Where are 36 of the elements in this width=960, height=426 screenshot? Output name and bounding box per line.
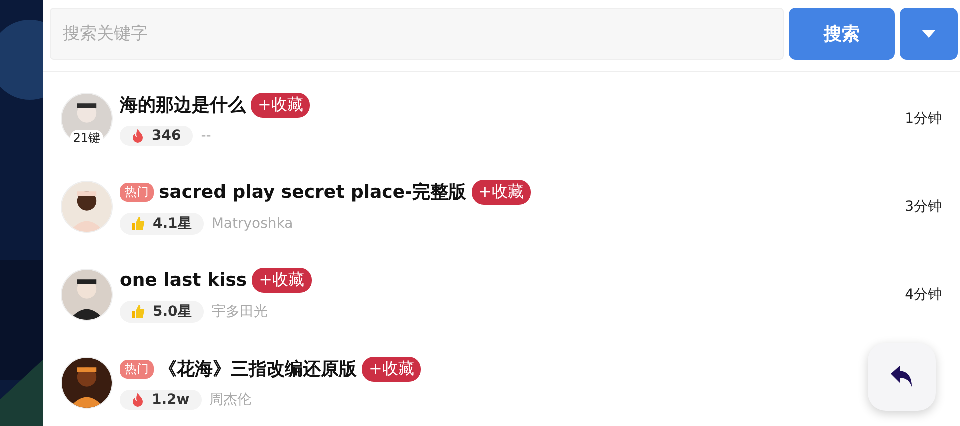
song-row[interactable]: 21键 海的那边是什么 +收藏 346 -- 1分钟: [61, 82, 960, 156]
stat-value: 4.1星: [153, 214, 192, 232]
author-name: Matryoshka: [212, 216, 294, 232]
search-field[interactable]: 搜索关键字: [50, 8, 784, 60]
author-name: --: [201, 128, 212, 144]
song-title: 海的那边是什么: [120, 94, 246, 117]
hot-tag: 热门: [120, 182, 154, 202]
song-row[interactable]: 热门 sacred play secret place-完整版 +收藏 4.1星 Matryoshka 3分钟: [61, 170, 960, 244]
back-arrow-icon: [891, 366, 913, 388]
thumbs-up-icon: [132, 217, 145, 230]
flame-icon: [132, 128, 144, 142]
stat-value: 5.0星: [153, 302, 192, 320]
thumbs-up-icon: [132, 305, 145, 318]
duration: 1分钟: [905, 110, 942, 128]
dropdown-button[interactable]: [900, 8, 958, 60]
stat-value: 346: [152, 128, 182, 144]
hot-tag: 热门: [120, 360, 154, 378]
song-row[interactable]: one last kiss +收藏 5.0星 宇多田光 4分钟: [61, 258, 960, 332]
stat-value: 1.2w: [152, 392, 190, 408]
song-title: 《花海》三指改编还原版: [159, 358, 357, 381]
key-count: 21键: [70, 130, 104, 147]
collect-button[interactable]: +收藏: [362, 356, 422, 382]
collect-button[interactable]: +收藏: [472, 180, 531, 204]
back-button[interactable]: [868, 343, 936, 411]
song-row[interactable]: 热门 《花海》三指改编还原版 +收藏 1.2w 周杰伦: [61, 346, 960, 420]
duration: 3分钟: [905, 198, 942, 216]
author-name: 宇多田光: [212, 302, 268, 320]
song-title: sacred play secret place-完整版: [159, 181, 467, 204]
song-title: one last kiss: [120, 270, 248, 290]
author-name: 周杰伦: [210, 390, 252, 408]
duration: 4分钟: [905, 286, 942, 304]
collect-button[interactable]: +收藏: [252, 268, 312, 292]
search-button[interactable]: 搜索: [789, 8, 895, 60]
collect-button[interactable]: +收藏: [251, 92, 310, 118]
flame-icon: [132, 392, 144, 406]
caret-icon: [922, 30, 936, 38]
